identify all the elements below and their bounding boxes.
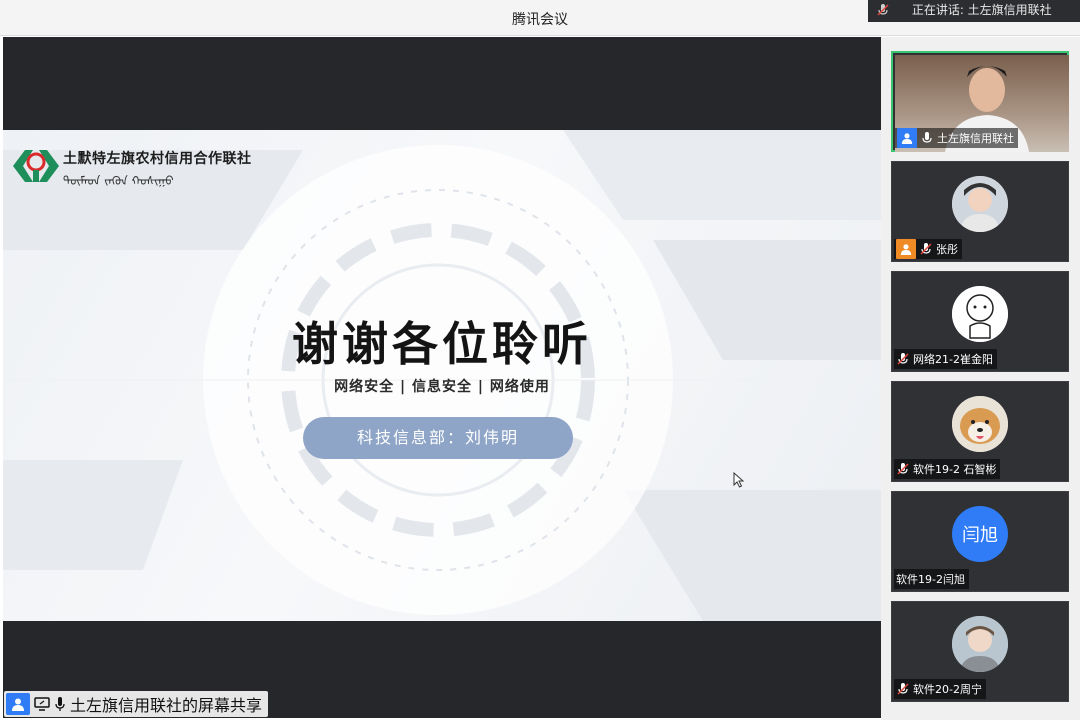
participant-name-bar: 土左旗信用联社 xyxy=(895,128,1018,148)
participant-tile[interactable]: 网络21-2崔金阳 xyxy=(891,271,1069,372)
participant-avatar xyxy=(952,616,1008,672)
participant-avatar xyxy=(952,396,1008,452)
user-avatar-icon xyxy=(6,693,30,715)
speaking-text: 正在讲话: 土左旗信用联社 xyxy=(911,3,1052,17)
slide-heading: 谢谢各位聆听 xyxy=(292,317,592,371)
org-name-mongolian: ᠲᠦᠮᠡᠳ ᠵᠡᠭᠦᠨ ᠬᠣᠰᠢᠭᠤ xyxy=(63,174,174,188)
participant-name: 张彤 xyxy=(936,243,958,256)
user-avatar-icon xyxy=(896,239,916,259)
participant-tile[interactable]: 软件20-2周宁 xyxy=(891,601,1069,702)
participant-name-bar: 软件20-2周宁 xyxy=(894,679,986,699)
mic-muted-icon xyxy=(897,683,909,695)
participant-avatar xyxy=(952,286,1008,342)
mic-muted-icon xyxy=(920,243,932,255)
slide-tagline: 网络安全 | 信息安全 | 网络使用 xyxy=(334,379,550,395)
presentation-slide: 土默特左旗农村信用合作联社 ᠲᠦᠮᠡᠳ ᠵᠡᠭᠦᠨ ᠬᠣᠰᠢᠭᠤ 谢谢各位聆听 … xyxy=(3,130,881,621)
participant-name: 软件19-2闫旭 xyxy=(896,573,965,586)
presenter-pill: 科技信息部：刘伟明 xyxy=(303,417,573,459)
screen-share-text: 土左旗信用联社的屏幕共享 xyxy=(70,696,263,715)
speaking-indicator: 正在讲话: 土左旗信用联社 xyxy=(868,0,1080,22)
microphone-icon xyxy=(922,132,932,143)
participant-name-bar: 软件19-2 石智彬 xyxy=(894,459,1001,479)
participant-name: 网络21-2崔金阳 xyxy=(913,353,993,366)
screen-share-icon xyxy=(34,697,50,711)
participant-name-bar: 张彤 xyxy=(894,239,962,259)
participant-sidebar[interactable]: 土左旗信用联社 张彤 网络21-2崔金阳 软件19-2 石智彬 闫旭 软件19-… xyxy=(881,37,1080,720)
mic-muted-icon xyxy=(897,353,909,365)
microphone-icon xyxy=(55,697,65,711)
participant-name-bar: 网络21-2崔金阳 xyxy=(894,349,997,369)
participant-tile[interactable]: 张彤 xyxy=(891,161,1069,262)
org-name: 土默特左旗农村信用合作联社 xyxy=(63,151,252,167)
participant-tile[interactable]: 土左旗信用联社 xyxy=(891,51,1069,152)
credit-union-logo-icon xyxy=(13,150,59,182)
participant-name: 软件20-2周宁 xyxy=(913,683,982,696)
participant-avatar xyxy=(952,176,1008,232)
screen-share-label[interactable]: 土左旗信用联社的屏幕共享 xyxy=(4,691,269,717)
participant-tile[interactable]: 软件19-2 石智彬 xyxy=(891,381,1069,482)
participant-name: 软件19-2 石智彬 xyxy=(913,463,997,476)
participant-name-bar: 软件19-2闫旭 xyxy=(894,569,969,589)
participant-initials-avatar: 闫旭 xyxy=(952,506,1008,562)
mouse-cursor-icon xyxy=(733,472,745,488)
user-avatar-icon xyxy=(897,128,917,148)
participant-name: 土左旗信用联社 xyxy=(937,132,1014,145)
mic-muted-icon xyxy=(897,463,909,475)
participant-tile[interactable]: 闫旭 软件19-2闫旭 xyxy=(891,491,1069,592)
mic-muted-icon xyxy=(877,4,889,16)
